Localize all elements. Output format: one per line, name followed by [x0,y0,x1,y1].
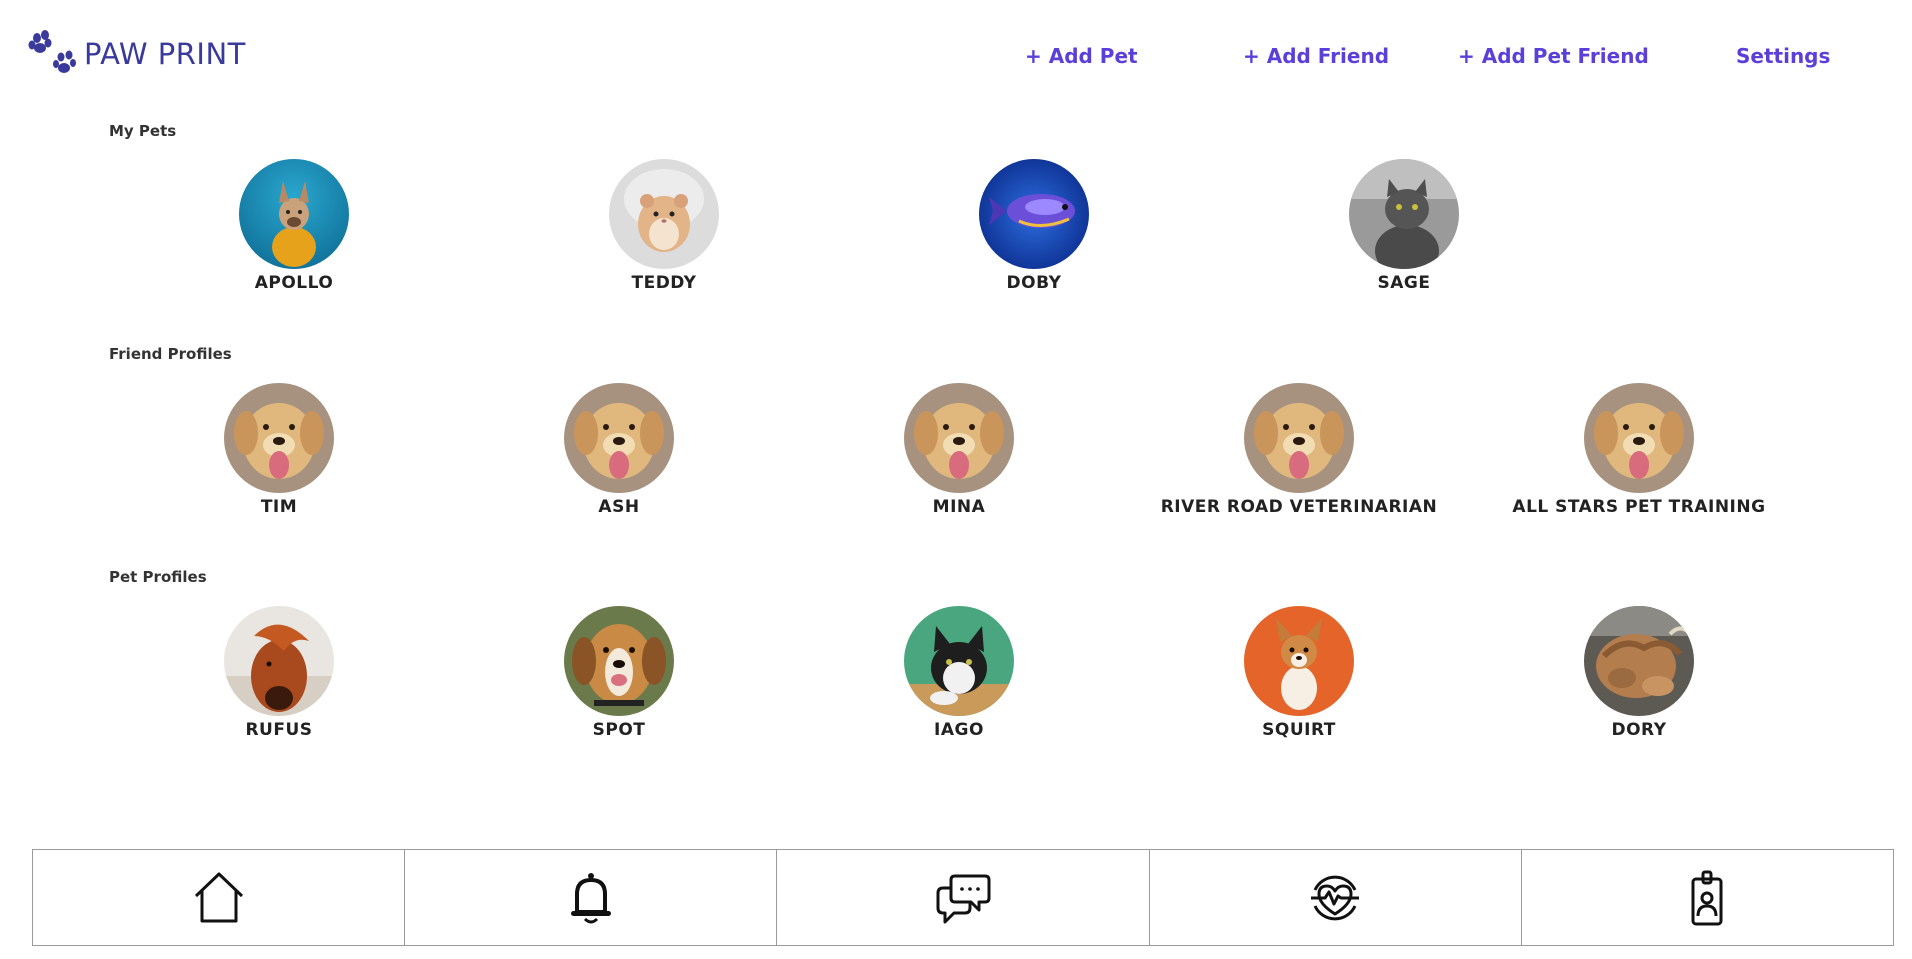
golden-retriever-photo [1244,383,1354,493]
gray-cat-photo [1349,159,1459,269]
tuxedo-cat-photo [904,606,1014,716]
avatar [224,606,334,716]
pet-profile-card-iago[interactable]: IAGO [809,606,1109,740]
settings-link[interactable]: Settings [1736,44,1830,68]
highland-cow-photo [1584,606,1694,716]
avatar [239,159,349,269]
pet-profile-name: RUFUS [245,720,313,740]
corgi-photo [1244,606,1354,716]
add-pet-link[interactable]: + Add Pet [1025,44,1138,68]
avatar [904,383,1014,493]
friend-name: TIM [260,497,298,517]
pet-profile-name: DORY [1611,720,1667,740]
golden-retriever-photo [224,383,334,493]
paw-print-icon [28,30,76,73]
section-title-friend-profiles: Friend Profiles [109,345,232,363]
pet-name: SAGE [1377,273,1431,293]
pet-card-apollo[interactable]: APOLLO [144,159,444,293]
avatar [224,383,334,493]
brand[interactable]: PAW PRINT [28,30,246,78]
pet-name: TEDDY [631,273,697,293]
tab-home[interactable] [32,849,406,946]
tab-profile[interactable] [1520,849,1895,946]
beagle-photo [564,606,674,716]
chat-icon [936,874,991,923]
pet-card-sage[interactable]: SAGE [1254,159,1554,293]
golden-retriever-photo [1584,383,1694,493]
friend-card-river-road-veterinarian[interactable]: RIVER ROAD VETERINARIAN [1149,383,1449,517]
avatar [979,159,1089,269]
pet-profile-name: SQUIRT [1262,720,1336,740]
section-title-my-pets: My Pets [109,122,177,140]
health-heart-icon [1311,875,1360,920]
friend-name: RIVER ROAD VETERINARIAN [1160,497,1438,517]
golden-retriever-photo [564,383,674,493]
tab-messages[interactable] [776,849,1150,946]
add-friend-link[interactable]: + Add Friend [1243,44,1389,68]
avatar [904,606,1014,716]
pet-profile-card-rufus[interactable]: RUFUS [129,606,429,740]
add-pet-friend-link[interactable]: + Add Pet Friend [1458,44,1649,68]
hamster-photo [609,159,719,269]
pet-profile-name: SPOT [592,720,646,740]
tab-health[interactable] [1148,849,1522,946]
pet-profile-card-spot[interactable]: SPOT [469,606,769,740]
avatar [564,606,674,716]
avatar [1244,383,1354,493]
pet-card-teddy[interactable]: TEDDY [514,159,814,293]
friend-card-tim[interactable]: TIM [129,383,429,517]
avatar [564,383,674,493]
golden-retriever-photo [904,383,1014,493]
section-title-pet-profiles: Pet Profiles [109,568,207,586]
friend-card-ash[interactable]: ASH [469,383,769,517]
app-title: PAW PRINT [84,37,246,71]
french-bulldog-photo [239,159,349,269]
pet-card-doby[interactable]: DOBY [884,159,1184,293]
friend-name: ALL STARS PET TRAINING [1512,497,1766,517]
friend-card-all-stars-pet-training[interactable]: ALL STARS PET TRAINING [1489,383,1789,517]
pet-profile-card-dory[interactable]: DORY [1489,606,1789,740]
avatar [1584,606,1694,716]
pet-profile-card-squirt[interactable]: SQUIRT [1149,606,1449,740]
pet-profile-name: IAGO [934,720,984,740]
friend-card-mina[interactable]: MINA [809,383,1109,517]
avatar [1584,383,1694,493]
pony-photo [224,606,334,716]
avatar [1244,606,1354,716]
friend-name: MINA [932,497,986,517]
bell-icon [570,872,611,923]
friend-name: ASH [598,497,640,517]
avatar [1349,159,1459,269]
pet-name: APOLLO [254,273,334,293]
avatar [609,159,719,269]
id-badge-icon [1691,870,1723,925]
pet-name: DOBY [1006,273,1062,293]
fish-photo [979,159,1089,269]
home-icon [194,872,243,922]
tab-notifications[interactable] [404,849,778,946]
bottom-tab-bar [32,849,1895,946]
header: PAW PRINT + Add Pet + Add Friend + Add P… [0,0,1912,110]
